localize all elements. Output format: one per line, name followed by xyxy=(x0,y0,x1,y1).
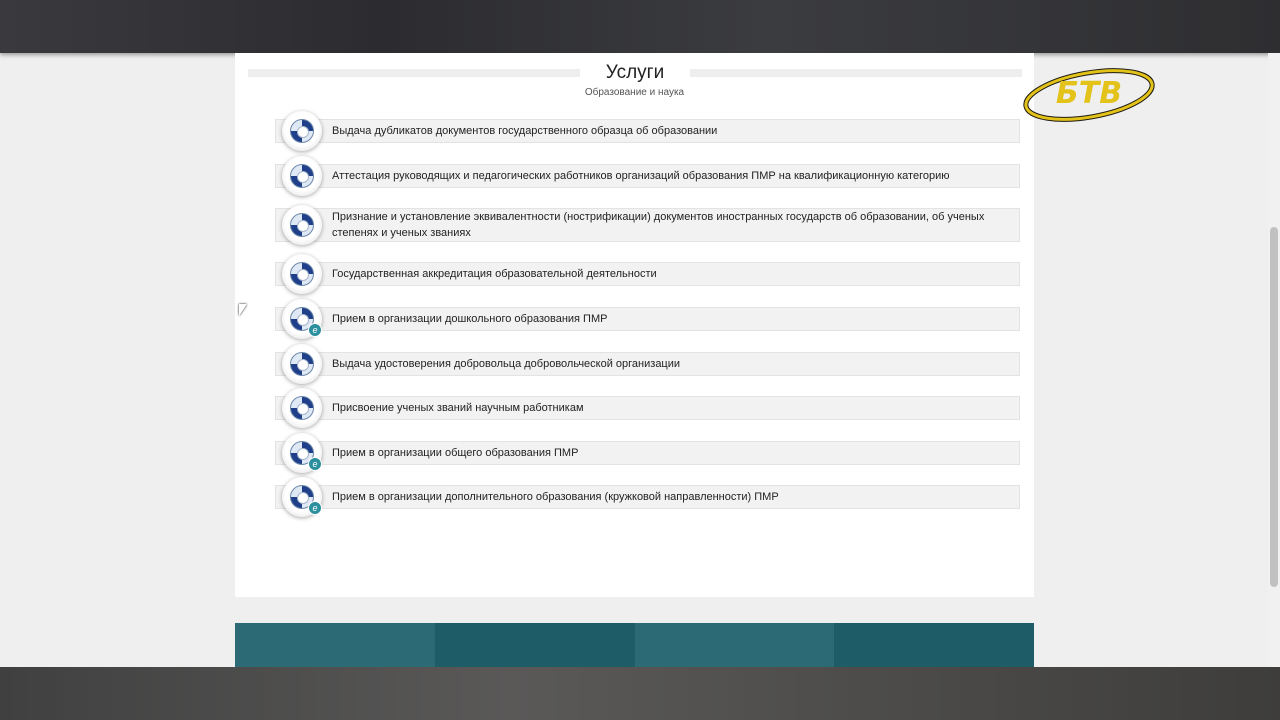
emblem-shield xyxy=(290,396,314,420)
service-label: Государственная аккредитация образовател… xyxy=(332,268,657,280)
emblem-shield xyxy=(290,262,314,286)
service-label: Присвоение ученых званий научным работни… xyxy=(332,402,584,414)
service-label: Выдача удостоверения добровольца доброво… xyxy=(332,358,681,370)
service-item[interactable]: Признание и установление эквивалентности… xyxy=(275,205,1020,245)
title-divider-left xyxy=(248,69,580,77)
category-subtitle: Образование и наука xyxy=(584,87,685,98)
emblem-center xyxy=(297,220,309,232)
channel-logo: БТВ xyxy=(1020,66,1158,124)
service-item[interactable]: Государственная аккредитация образовател… xyxy=(275,254,1020,294)
emblem-center xyxy=(297,448,309,460)
e-service-icon: e xyxy=(308,501,322,515)
page-title: Услуги xyxy=(605,62,665,83)
service-label: Признание и установление эквивалентности… xyxy=(332,211,985,239)
service-label: Аттестация руководящих и педагогических … xyxy=(332,170,950,182)
mouse-cursor-icon xyxy=(239,304,247,316)
service-label: Выдача дубликатов документов государстве… xyxy=(332,125,718,137)
footer-tile[interactable] xyxy=(634,623,835,667)
state-emblem-icon xyxy=(282,205,322,245)
emblem-shield xyxy=(290,213,314,237)
service-label: Прием в организации дошкольного образова… xyxy=(332,313,608,325)
state-emblem-icon xyxy=(282,344,322,384)
service-item[interactable]: Присвоение ученых званий научным работни… xyxy=(275,388,1020,428)
service-item[interactable]: Выдача дубликатов документов государстве… xyxy=(275,111,1020,151)
page-scrollbar[interactable] xyxy=(1268,53,1280,667)
e-service-icon: e xyxy=(308,323,322,337)
service-label: Прием в организации общего образования П… xyxy=(332,447,579,459)
emblem-center xyxy=(297,492,309,504)
emblem-center xyxy=(297,171,309,183)
services-panel: Услуги Образование и наука Выдача дублик… xyxy=(235,53,1034,597)
emblem-center xyxy=(297,314,309,326)
state-emblem-icon: e xyxy=(282,477,322,517)
state-emblem-icon xyxy=(282,254,322,294)
service-item[interactable]: Аттестация руководящих и педагогических … xyxy=(275,156,1020,196)
service-item[interactable]: e Прием в организации дошкольного образов… xyxy=(275,299,1020,339)
state-emblem-icon xyxy=(282,111,322,151)
service-label: Прием в организации дополнительного обра… xyxy=(332,491,779,503)
emblem-center xyxy=(297,359,309,371)
emblem-center xyxy=(297,403,309,415)
video-bottom-overlay xyxy=(0,667,1280,720)
footer-tiles xyxy=(235,623,1034,667)
footer-tile[interactable] xyxy=(434,623,635,667)
service-item[interactable]: Выдача удостоверения добровольца доброво… xyxy=(275,344,1020,384)
section-header: Услуги xyxy=(248,59,1022,87)
state-emblem-icon: e xyxy=(282,299,322,339)
state-emblem-icon: e xyxy=(282,433,322,473)
state-emblem-icon xyxy=(282,156,322,196)
emblem-shield xyxy=(290,119,314,143)
emblem-shield xyxy=(290,164,314,188)
footer-tile[interactable] xyxy=(834,623,1034,667)
browser-top-bar xyxy=(0,0,1280,53)
emblem-shield xyxy=(290,352,314,376)
e-service-icon: e xyxy=(308,457,322,471)
scrollbar-thumb[interactable] xyxy=(1270,227,1278,587)
title-divider-right xyxy=(690,69,1022,77)
logo-text: БТВ xyxy=(1055,76,1123,111)
service-item[interactable]: e Прием в организации дополнительного обр… xyxy=(275,477,1020,517)
service-item[interactable]: e Прием в организации общего образования … xyxy=(275,433,1020,473)
footer-tile[interactable] xyxy=(235,623,435,667)
emblem-center xyxy=(297,269,309,281)
emblem-center xyxy=(297,126,309,138)
state-emblem-icon xyxy=(282,388,322,428)
